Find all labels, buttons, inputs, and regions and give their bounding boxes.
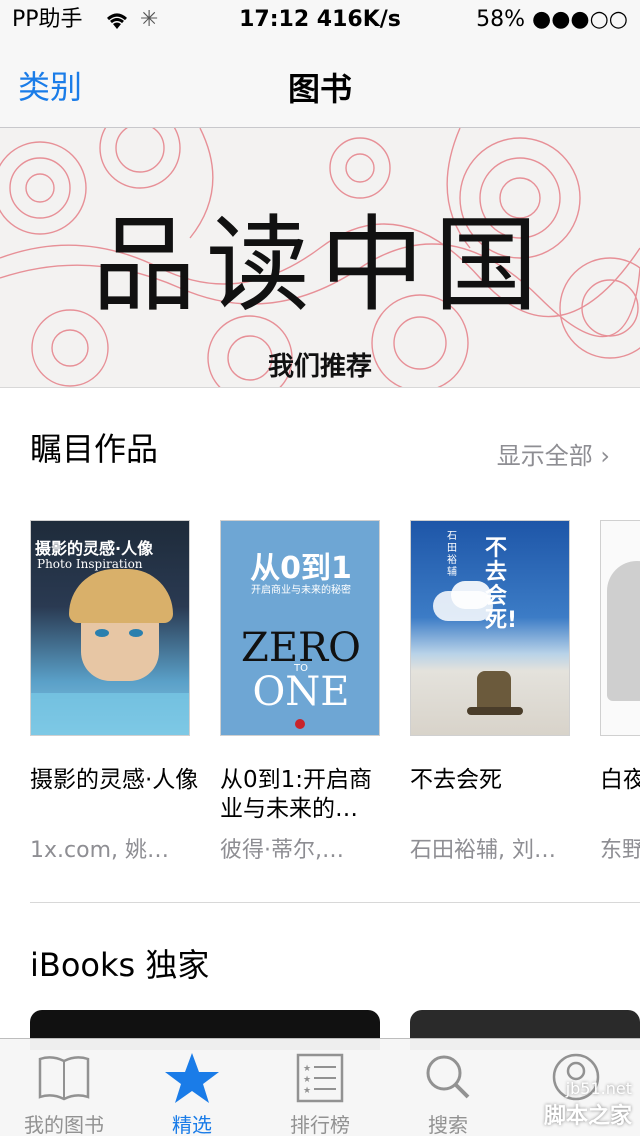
- book-title: 从0到1:开启商业与未来的…: [220, 767, 373, 822]
- tab-featured[interactable]: 精选: [128, 1039, 256, 1136]
- publisher-logo: [295, 719, 305, 729]
- cover-subtitle: 开启商业与未来的秘密: [251, 585, 351, 596]
- book-icon: [38, 1056, 90, 1101]
- book-title: 不去会死: [410, 767, 502, 793]
- tab-my-books[interactable]: 我的图书: [0, 1039, 128, 1136]
- tab-bar: 我的图书 精选 ★ ★ ★ 排行榜 搜索 jb51.net 脚本之家: [0, 1038, 640, 1136]
- tab-label: 我的图书: [24, 1113, 104, 1136]
- cover-title: 摄影的灵感·人像: [35, 539, 154, 558]
- book-title: 摄影的灵感·人像: [30, 767, 199, 793]
- book-item[interactable]: 从0到1 开启商业与未来的秘密 ZERO TO ONE 从0到1:开启商业与未来…: [220, 520, 382, 864]
- page-title: 图书: [287, 70, 352, 108]
- navigation-bar: 类别 图书: [0, 40, 640, 128]
- svg-text:★: ★: [303, 1064, 311, 1074]
- book-cover[interactable]: 摄影的灵感·人像 Photo Inspiration: [30, 520, 190, 736]
- book-author: 1x.com, 姚…: [30, 838, 169, 863]
- watermark: jb51.net 脚本之家: [543, 1079, 632, 1129]
- signal-dots-icon: ●●●○○: [532, 7, 628, 32]
- tab-search[interactable]: 搜索: [384, 1039, 512, 1136]
- book-item[interactable]: 不去会死! 石田裕辅 不去会死 石田裕辅, 刘…: [410, 520, 572, 864]
- tab-label: 精选: [172, 1113, 212, 1136]
- star-icon: [165, 1053, 219, 1103]
- book-author: 石田裕辅, 刘…: [410, 838, 556, 863]
- section-divider: [30, 902, 640, 903]
- cover-en-line2: ONE: [252, 669, 350, 715]
- section-title-exclusive: iBooks 独家: [30, 946, 210, 984]
- cover-subtitle: Photo Inspiration: [37, 557, 143, 571]
- chevron-right-icon: ›: [592, 442, 610, 470]
- battery-indicator: 58% ●●●○○: [476, 7, 628, 32]
- book-author: 东野: [600, 838, 640, 863]
- banner-subtitle: 我们推荐: [267, 352, 372, 382]
- book-title: 白夜: [600, 767, 640, 793]
- banner-headline: 品读中国: [91, 204, 548, 326]
- svg-text:★: ★: [303, 1086, 311, 1096]
- book-cover[interactable]: [600, 520, 640, 736]
- tab-charts[interactable]: ★ ★ ★ 排行榜: [256, 1039, 384, 1136]
- cover-title: 不去会死!: [485, 536, 518, 633]
- book-item[interactable]: 摄影的灵感·人像 Photo Inspiration 摄影的灵感·人像 1x.c…: [30, 520, 198, 864]
- featured-banner[interactable]: 品读中国 我们推荐: [0, 128, 640, 388]
- list-icon: ★ ★ ★: [296, 1053, 344, 1103]
- section-title-featured: 瞩目作品: [30, 430, 159, 468]
- svg-text:★: ★: [303, 1075, 311, 1085]
- silhouette-figure: [607, 561, 640, 701]
- search-icon: [426, 1055, 470, 1099]
- status-bar: PP助手 ✳ 17:12 416K/s 58% ●●●○○: [0, 0, 640, 40]
- book-author: 彼得·蒂尔,…: [220, 838, 344, 863]
- tab-label: 排行榜: [290, 1113, 350, 1136]
- book-item[interactable]: 白夜 东野: [600, 520, 640, 864]
- cover-author: 石田裕辅: [447, 531, 457, 578]
- see-all-link[interactable]: 显示全部 ›: [497, 436, 610, 471]
- tab-label: 搜索: [428, 1113, 468, 1136]
- book-cover[interactable]: 从0到1 开启商业与未来的秘密 ZERO TO ONE: [220, 520, 380, 736]
- book-cover[interactable]: 不去会死! 石田裕辅: [410, 520, 570, 736]
